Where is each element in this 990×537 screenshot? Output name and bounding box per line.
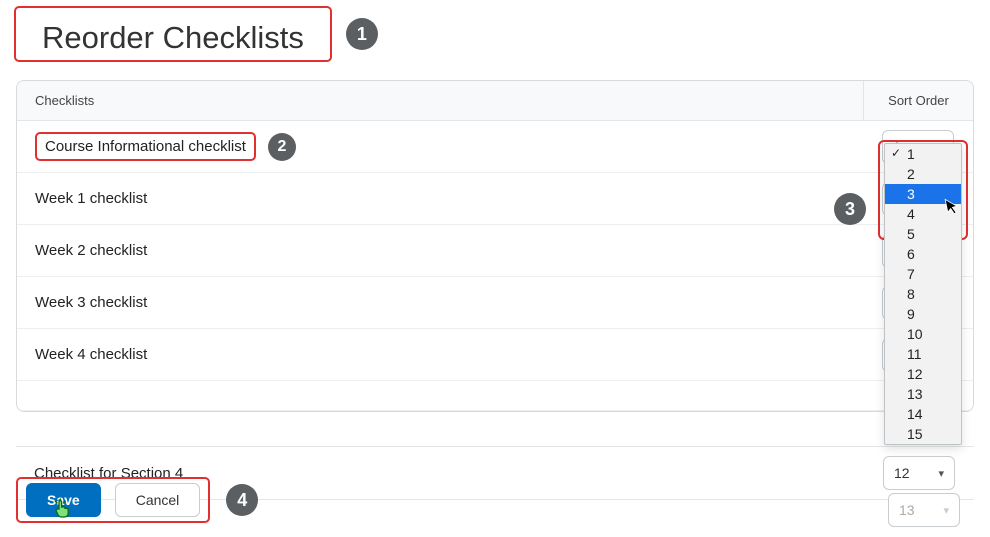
dropdown-option[interactable]: 12 (885, 364, 961, 384)
dropdown-option[interactable]: 5 (885, 224, 961, 244)
col-header-checklists: Checklists (17, 81, 863, 120)
sort-order-select-disabled[interactable]: 13 ▾ (888, 493, 960, 527)
chevron-down-icon: ▾ (938, 467, 944, 480)
dropdown-option[interactable]: 10 (885, 324, 961, 344)
dropdown-option[interactable]: 15 (885, 424, 961, 444)
dropdown-option[interactable]: 8 (885, 284, 961, 304)
dropdown-option[interactable]: 9 (885, 304, 961, 324)
stray-select-wrap: 13 ▾ (888, 493, 960, 527)
table-row-truncated (17, 381, 973, 411)
truncated-text (17, 386, 973, 406)
table-row: Week 3 checklist 4 ▾ (17, 277, 973, 329)
save-button[interactable]: Save (26, 483, 101, 517)
cancel-button-label: Cancel (136, 492, 180, 508)
dropdown-option[interactable]: 1 (885, 144, 961, 164)
sort-order-select[interactable]: 12 ▾ (883, 456, 955, 490)
table-row: Week 2 checklist 3 ▾ (17, 225, 973, 277)
sort-order-cell: 12 ▾ (864, 448, 974, 498)
callout-3-badge: 3 (834, 193, 866, 225)
callout-2-badge: 2 (268, 133, 296, 161)
checklist-name-highlight: Course Informational checklist (35, 132, 256, 161)
select-value: 12 (894, 465, 910, 481)
dropdown-option[interactable]: 4 (885, 204, 961, 224)
dropdown-option[interactable]: 14 (885, 404, 961, 424)
page-title: Reorder Checklists (22, 8, 324, 60)
cancel-button[interactable]: Cancel (115, 483, 201, 517)
col-header-sort-order: Sort Order (863, 81, 973, 120)
dropdown-option[interactable]: 7 (885, 264, 961, 284)
save-button-label: Save (47, 492, 80, 508)
footer-actions: Save Cancel 4 (16, 477, 258, 523)
page-title-highlight: Reorder Checklists (14, 6, 332, 62)
select-value: 13 (899, 502, 915, 518)
callout-1-badge: 1 (346, 18, 378, 50)
dropdown-option[interactable]: 2 (885, 164, 961, 184)
buttons-highlight: Save Cancel (16, 477, 210, 523)
checklist-name-cell: Week 3 checklist (17, 284, 863, 321)
chevron-down-icon: ▾ (943, 504, 949, 517)
dropdown-option[interactable]: 6 (885, 244, 961, 264)
gap (0, 412, 990, 446)
title-row: Reorder Checklists 1 (0, 0, 990, 80)
checklist-name-cell: Week 4 checklist (17, 336, 863, 373)
dropdown-option[interactable]: 11 (885, 344, 961, 364)
dropdown-option[interactable]: 13 (885, 384, 961, 404)
checklist-name-cell: Week 1 checklist (17, 180, 863, 217)
callout-4-badge: 4 (226, 484, 258, 516)
checklist-name-cell: Week 2 checklist (17, 232, 863, 269)
checklist-name-cell: Course Informational checklist 2 (17, 122, 863, 171)
table-row: Course Informational checklist 2 1 ▾ (17, 121, 973, 173)
sort-order-dropdown-open[interactable]: 123456789101112131415 (884, 143, 962, 445)
table-header: Checklists Sort Order (17, 81, 973, 121)
table-row: Week 1 checklist 2 ▾ (17, 173, 973, 225)
dropdown-option[interactable]: 3 (885, 184, 961, 204)
reorder-table: Checklists Sort Order Course Information… (16, 80, 974, 412)
table-row: Week 4 checklist 5 ▾ (17, 329, 973, 381)
